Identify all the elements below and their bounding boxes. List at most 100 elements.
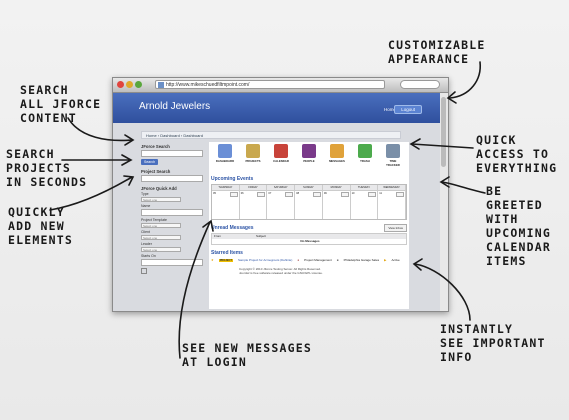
project-template-select[interactable]: Select one	[141, 223, 181, 228]
subject-column-header: Subject	[256, 234, 267, 238]
starred-item-1[interactable]: Sample Project for Acmegroots (Definite)	[238, 258, 292, 262]
unread-messages-title: Unread Messages	[211, 225, 254, 231]
person-icon: ●	[297, 258, 300, 262]
footer-license: Joomla! is free software released under …	[239, 271, 323, 275]
calendar-add-select[interactable]	[312, 192, 321, 197]
annotation-search-all: SEARCH ALL JFORCE CONTENT	[20, 83, 102, 125]
no-messages-text: No Messages	[300, 239, 320, 243]
starts-on-label: Starts On	[141, 254, 156, 258]
trash-icon	[358, 144, 372, 158]
browser-chrome: http://www.mikeschuedfiltmpoint.com/	[113, 78, 448, 93]
leader-select[interactable]: Select one	[141, 247, 181, 252]
flag-icon: ▶	[384, 258, 387, 262]
annotation-important-info: INSTANTLY SEE IMPORTANT INFO	[440, 322, 546, 364]
starts-on-input[interactable]	[141, 259, 203, 266]
minimize-icon[interactable]	[126, 81, 133, 88]
client-label: Client	[141, 230, 150, 234]
calendar-date: 05	[213, 192, 216, 195]
scrollbar[interactable]	[439, 93, 448, 311]
annotation-new-messages: SEE NEW MESSAGES AT LOGIN	[182, 341, 312, 369]
starred-list: ★ PROJECT Sample Project for Acmegroots …	[211, 258, 407, 262]
project-badge: PROJECT	[218, 258, 233, 262]
toolbar-label: PEOPLE	[303, 159, 315, 163]
main-panel: DASHBOARD PROJECTS CALENDAR PEOPLE MESSAGES T…	[209, 142, 409, 309]
annotation-greeted: BE GREETED WITH UPCOMING CALENDAR ITEMS	[486, 184, 551, 268]
annotation-search-projects: SEARCH PROJECTS IN SECONDS	[6, 147, 88, 189]
upcoming-calendar: THURSDAY FRIDAY SATURDAY SUNDAY MONDAY TUESDA…	[211, 184, 407, 220]
project-search-input[interactable]	[141, 175, 203, 182]
project-search-heading: Project Search	[141, 169, 171, 174]
calendar-date: 09	[323, 192, 327, 195]
name-label: Name	[141, 204, 151, 208]
messages-table: From Subject No Messages	[211, 233, 407, 245]
toolbar-projects[interactable]: PROJECTS	[243, 144, 263, 174]
close-icon[interactable]	[117, 81, 124, 88]
book-icon	[302, 144, 316, 158]
site-icon	[158, 82, 164, 88]
quick-add-heading: JForce Quick Add	[141, 186, 177, 191]
toolbar-dashboard[interactable]: DASHBOARD	[215, 144, 235, 174]
maximize-icon[interactable]	[135, 81, 142, 88]
toolbar-calendar[interactable]: CALENDAR	[271, 144, 291, 174]
clipboard-icon	[246, 144, 260, 158]
name-input[interactable]	[141, 209, 203, 216]
page-content: Arnold Jewelers Home Logout Home › Dashb…	[113, 93, 440, 311]
jforce-search-heading: JForce Search	[141, 144, 170, 149]
calendar-add-select[interactable]	[257, 192, 266, 197]
calendar-icon	[274, 144, 288, 158]
toolbar-messages[interactable]: MESSAGES	[327, 144, 347, 174]
toolbar-label: CALENDAR	[273, 159, 289, 163]
client-select[interactable]: Select one	[141, 235, 181, 240]
toolbar-trash[interactable]: TRASH	[355, 144, 375, 174]
starred-item-4[interactable]: Active	[391, 258, 399, 262]
jforce-search-input[interactable]	[141, 150, 203, 157]
scrollbar-thumb[interactable]	[441, 97, 446, 167]
browser-window: http://www.mikeschuedfiltmpoint.com/ Arn…	[112, 77, 449, 312]
starred-item-2[interactable]: Project Management	[304, 258, 332, 262]
breadcrumb: Home › Dashboard › Dashboard	[141, 131, 401, 139]
annotation-customizable: CUSTOMIZABLE APPEARANCE	[388, 38, 486, 66]
calendar-day-cell[interactable]: 11	[378, 190, 406, 219]
clock-icon	[386, 144, 400, 158]
arrow-customizable	[449, 61, 481, 99]
site-footer: Copyright © 2010 JForce Testing Server. …	[239, 267, 409, 275]
calendar-day-cell[interactable]: 09	[322, 190, 351, 219]
calendar-add-select[interactable]	[340, 192, 349, 197]
browser-search-field[interactable]	[400, 80, 440, 89]
calendar-date: 07	[268, 192, 272, 195]
address-bar[interactable]: http://www.mikeschuedfiltmpoint.com/	[155, 80, 385, 89]
annotation-quick-access: QUICK ACCESS TO EVERYTHING	[476, 133, 558, 175]
url-text: http://www.mikeschuedfiltmpoint.com/	[166, 82, 250, 88]
calendar-picker-icon[interactable]	[141, 268, 147, 274]
calendar-day-cell[interactable]: 05	[212, 190, 240, 219]
calendar-date: 08	[296, 192, 300, 195]
search-button[interactable]: Search	[141, 159, 159, 165]
starred-item-3[interactable]: Philadelphia Garage Sales	[344, 258, 380, 262]
upcoming-events-title: Upcoming Events	[211, 176, 254, 182]
toolbar-label: MESSAGES	[329, 159, 345, 163]
calendar-day-cell[interactable]: 06	[239, 190, 268, 219]
calendar-day-cell[interactable]: 07	[267, 190, 296, 219]
toolbar-label: DASHBOARD	[215, 159, 235, 163]
envelope-icon	[330, 144, 344, 158]
calendar-add-select[interactable]	[285, 192, 294, 197]
toolbar-time-tracker[interactable]: TIME TRACKER	[383, 144, 403, 174]
calendar-add-select[interactable]	[229, 192, 238, 197]
site-header: Arnold Jewelers Home Logout	[113, 93, 440, 123]
logout-button[interactable]: Logout	[394, 105, 422, 114]
from-column-header: From	[214, 234, 221, 238]
site-title: Arnold Jewelers	[139, 101, 211, 112]
calendar-day-cell[interactable]: 10	[350, 190, 379, 219]
view-inbox-button[interactable]: View Inbox	[384, 224, 407, 232]
annotation-quickly-add: QUICKLY ADD NEW ELEMENTS	[8, 205, 73, 247]
calendar-day-cell[interactable]: 08	[295, 190, 323, 219]
monitor-icon	[218, 144, 232, 158]
quick-access-toolbar: DASHBOARD PROJECTS CALENDAR PEOPLE MESSAGES T…	[209, 142, 409, 174]
calendar-date: 10	[351, 192, 355, 195]
type-select[interactable]: Select one	[141, 197, 181, 202]
leader-label: Leader	[141, 242, 152, 246]
toolbar-label: TIME TRACKER	[386, 159, 400, 167]
calendar-add-select[interactable]	[368, 192, 377, 197]
calendar-add-select[interactable]	[395, 192, 404, 197]
toolbar-people[interactable]: PEOPLE	[299, 144, 319, 174]
